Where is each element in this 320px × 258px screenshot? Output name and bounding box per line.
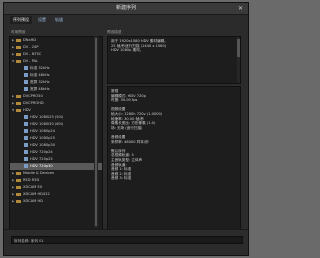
preset-label: RED R3D [23,178,40,182]
preset-label: XDCAM HD422 [23,192,50,196]
preset-label: HDV 1080p30 [30,143,56,147]
preset-folder[interactable]: ▶ Mobile & Devices [10,170,102,177]
preset-label: HDV [23,108,31,112]
preset-file-icon [24,122,28,126]
preset-label: DV - NTSC [23,52,42,56]
preset-label: HDV 1080i25 (50i) [30,115,64,119]
preset-label: DNxHD [23,38,37,42]
preset-item[interactable]: HDV 720p25 [10,156,102,163]
preset-file-icon [24,164,28,168]
preset-item[interactable]: HDV 720p24 [10,149,102,156]
preset-item[interactable]: 标准 48kHz [10,72,102,79]
preset-tree[interactable]: ▶ DNxHD ▶ DV - 24P ▶ DV - NTSC ▼ DV - PAL 标准 32k… [9,36,103,230]
preset-label: HDV 1080p25 [30,136,56,140]
preset-folder[interactable]: ▶ DV - NTSC [10,51,102,58]
folder-icon [16,178,21,182]
sequence-name-field[interactable]: 序列名称: 序列 01 [11,236,243,244]
preset-label: HDV 720p25 [30,157,53,161]
sequence-name-value[interactable]: 序列 01 [31,239,44,243]
preset-item[interactable]: HDV 1080p30 [10,142,102,149]
title-bar: 新建序列 ✕ [4,3,248,15]
scrollbar-thumb[interactable] [95,38,97,226]
preset-item[interactable]: 宽屏 48kHz [10,86,102,93]
preset-file-icon [24,129,28,133]
tab-tracks[interactable]: 轨道 [52,16,66,24]
preset-label: HDV 720p30 [30,164,53,168]
preset-label: 宽屏 48kHz [30,87,50,91]
available-presets-label: 可用预设 [11,30,26,34]
preset-file-icon [24,80,28,84]
folder-icon [16,101,21,105]
new-sequence-dialog: 新建序列 ✕ 序列预设 设置 轨道 可用预设 预设描述 ▶ DNxHD ▶ DV - … [3,2,249,256]
details-line: 音频 3: 标准 [111,176,132,181]
preset-tree-scrollbar[interactable] [94,36,98,228]
preset-file-icon [24,87,28,91]
details-box: 常规 编辑模式: HDV 720p 时基: 30.00 fps 视频设置 帧大小: 1… [107,86,241,230]
preset-label: 宽屏 32kHz [30,80,50,84]
preset-folder[interactable]: ▶ DNxHD [10,37,102,44]
preset-item[interactable]: HDV 1080i30 (60i) [10,121,102,128]
folder-icon [16,45,21,49]
footer: 序列名称: 序列 01 [4,229,248,255]
folder-icon [16,94,21,98]
preset-folder[interactable]: ▶ XDCAM HD422 [10,191,102,198]
description-scrollbar[interactable] [237,37,240,83]
folder-icon [16,38,21,42]
preset-folder[interactable]: ▶ DV - 24P [10,44,102,51]
preset-item[interactable]: HDV 720p30 [10,163,102,170]
preset-label: HDV 1080i30 (60i) [30,122,64,126]
window-title: 新建序列 [115,5,136,11]
tab-bar: 序列预设 设置 轨道 [10,16,69,24]
preset-file-icon [24,115,28,119]
preset-folder[interactable]: ▶ XDCAM EX [10,184,102,191]
preset-label: DVCPRO50 [23,94,43,98]
preset-folder[interactable]: ▶ DVCPRO50 [10,93,102,100]
preset-label: DV - 24P [23,45,39,49]
preset-folder[interactable]: ▶ RED R3D [10,177,102,184]
folder-icon [16,171,21,175]
preset-file-icon [24,73,28,77]
folder-icon [16,108,21,112]
tab-sequence-presets[interactable]: 序列预设 [10,16,32,24]
preset-file-icon [24,66,28,70]
preset-label: DV - PAL [23,59,39,63]
preset-label: XDCAM EX [23,185,43,189]
preset-file-icon [24,150,28,154]
description-box: 用于 1920x1080 HDV 素材编辑。 25 帧/秒逐行扫描 (1440 … [107,36,241,84]
preset-folder[interactable]: ▼ DV - PAL [10,58,102,65]
preset-folder[interactable]: ▶ DVCPROHD [10,100,102,107]
preset-item[interactable]: HDV 1080p25 [10,135,102,142]
close-icon[interactable]: ✕ [236,4,245,13]
preset-item[interactable]: 宽屏 32kHz [10,79,102,86]
preset-item[interactable]: HDV 1080i25 (50i) [10,114,102,121]
preset-label: XDCAM HD [23,199,43,203]
folder-icon [16,199,21,203]
folder-icon [16,52,21,56]
description-line: HDV 1080p 素材。 [111,48,144,53]
folder-icon [16,59,21,63]
preset-label: 标准 48kHz [30,73,50,77]
preset-label: DVCPROHD [23,101,44,105]
folder-icon [16,185,21,189]
preset-item[interactable]: HDV 1080p24 [10,128,102,135]
preset-file-icon [24,157,28,161]
tab-settings[interactable]: 设置 [35,16,49,24]
preset-label: HDV 720p24 [30,150,53,154]
preset-label: 标准 32kHz [30,66,50,70]
preset-description-label: 预设描述 [107,30,122,34]
preset-file-icon [24,136,28,140]
folder-icon [16,192,21,196]
preset-folder[interactable]: ▶ XDCAM HD [10,198,102,205]
preset-file-icon [24,143,28,147]
preset-item[interactable]: 标准 32kHz [10,65,102,72]
preset-label: HDV 1080p24 [30,129,56,133]
scrollbar-thumb[interactable] [237,39,240,57]
preset-label: Mobile & Devices [23,171,55,175]
preset-folder[interactable]: ▼ HDV [10,107,102,114]
sequence-name-label: 序列名称: [14,239,30,243]
